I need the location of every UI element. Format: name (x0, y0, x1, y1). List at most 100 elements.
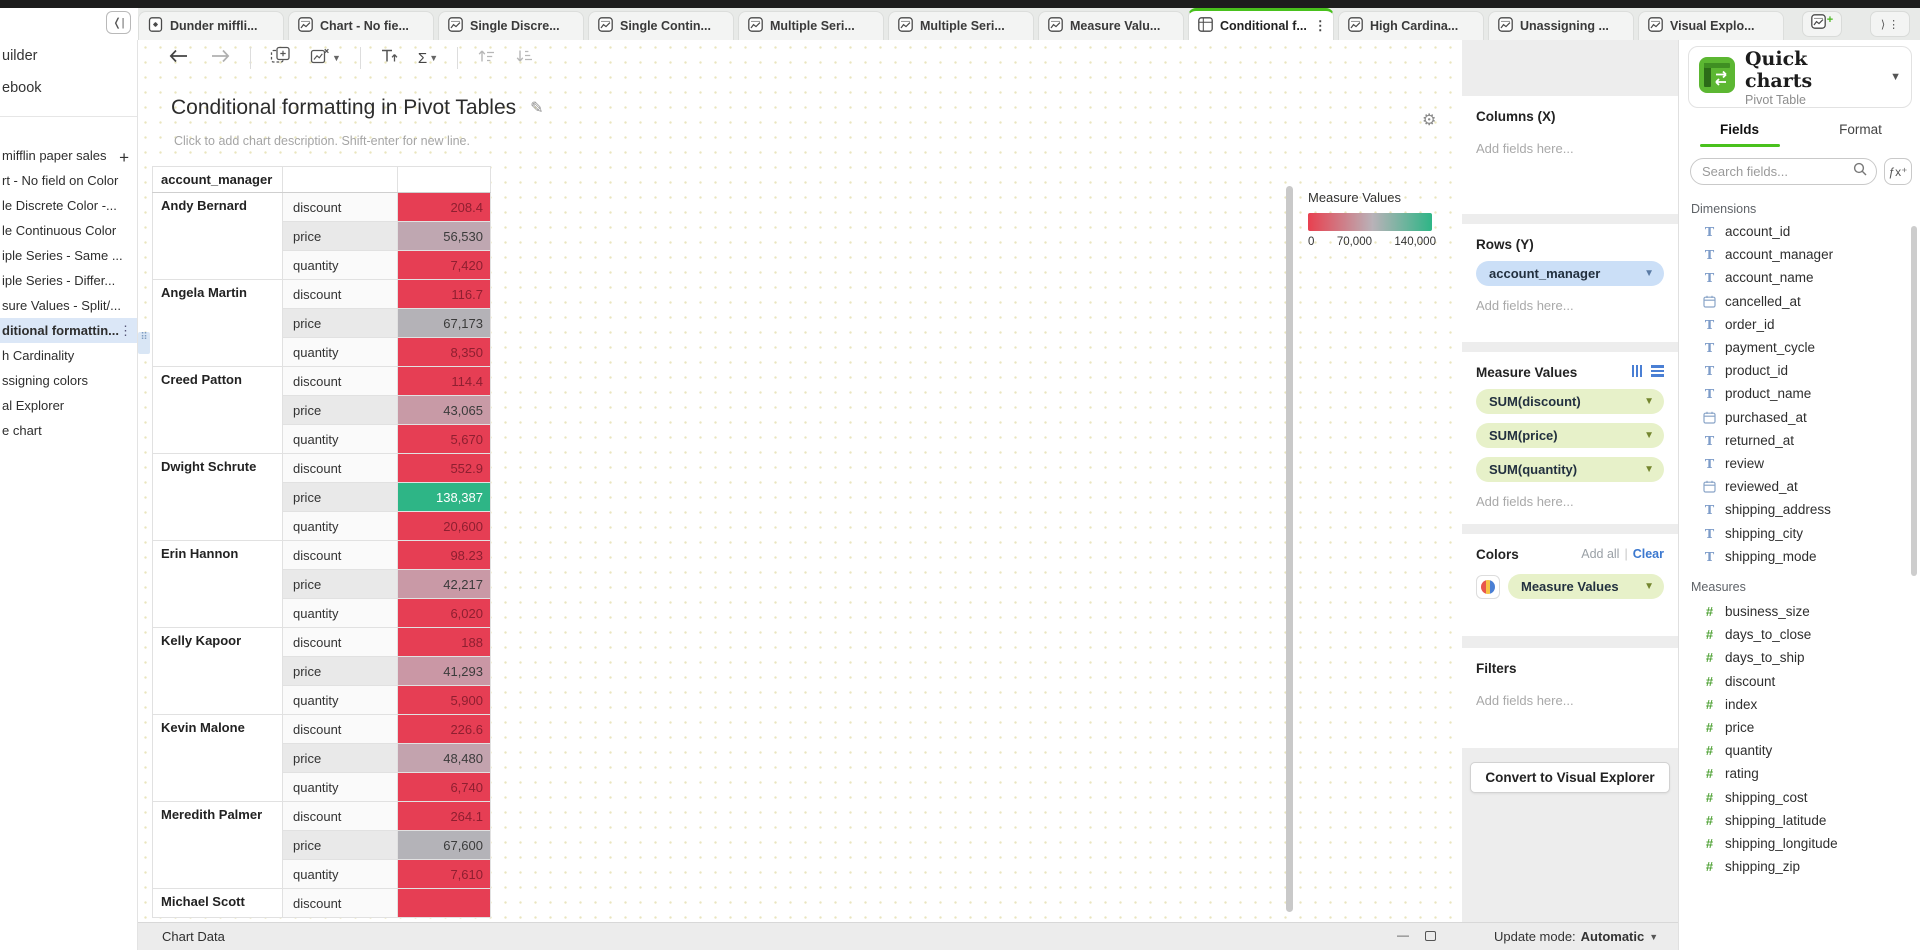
measure-item-business_size[interactable]: #business_size (1691, 600, 1906, 623)
measure-cell[interactable]: quantity (283, 773, 398, 802)
measure-cell[interactable]: quantity (283, 425, 398, 454)
maximize-icon[interactable] (1425, 931, 1436, 941)
gear-icon[interactable]: ⚙ (1422, 110, 1436, 130)
dimension-item-returned_at[interactable]: Treturned_at (1691, 429, 1906, 452)
value-cell[interactable]: 6,740 (398, 773, 491, 802)
sidebar-item[interactable]: le Discrete Color -... (0, 193, 137, 218)
tab-measure-valu[interactable]: Measure Valu... (1038, 11, 1184, 40)
filters-dropzone[interactable]: Add fields here... (1476, 693, 1664, 708)
sidebar-item[interactable]: le Continuous Color (0, 218, 137, 243)
dimension-item-account_manager[interactable]: Taccount_manager (1691, 243, 1906, 266)
tab-unassigning[interactable]: Unassigning ... (1488, 11, 1634, 40)
value-cell[interactable]: 264.1 (398, 802, 491, 831)
value-cell[interactable]: 42,217 (398, 570, 491, 599)
table-scrollbar[interactable] (1286, 186, 1293, 912)
tab-single-discre[interactable]: Single Discre... (438, 11, 584, 40)
minimize-icon[interactable]: — (1396, 928, 1410, 942)
value-cell[interactable]: 208.4 (398, 193, 491, 222)
palette-icon[interactable] (1476, 575, 1500, 599)
value-cell[interactable]: 67,173 (398, 309, 491, 338)
sidebar-item[interactable]: e chart (0, 418, 137, 443)
value-cell[interactable]: 226.6 (398, 715, 491, 744)
measure-cell[interactable]: price (283, 222, 398, 251)
tab-format[interactable]: Format (1800, 122, 1920, 147)
edit-title-icon[interactable]: ✎ (530, 98, 543, 118)
measure-item-rating[interactable]: #rating (1691, 762, 1906, 785)
dimension-item-product_name[interactable]: Tproduct_name (1691, 382, 1906, 405)
measure-cell[interactable]: price (283, 744, 398, 773)
tab-visual-explo[interactable]: Visual Explo... (1638, 11, 1784, 40)
value-cell[interactable]: 116.7 (398, 280, 491, 309)
measure-item-discount[interactable]: #discount (1691, 670, 1906, 693)
sidebar-item[interactable]: h Cardinality (0, 343, 137, 368)
tab-conditional-f[interactable]: Conditional f...⋮ (1188, 8, 1334, 40)
measure-cell[interactable]: quantity (283, 338, 398, 367)
measure-field-pill[interactable]: SUM(price)▼ (1476, 423, 1664, 448)
measure-cell[interactable]: discount (283, 193, 398, 222)
value-cell[interactable]: 67,600 (398, 831, 491, 860)
dimension-item-product_id[interactable]: Tproduct_id (1691, 359, 1906, 382)
columns-layout-icon[interactable] (1632, 365, 1643, 377)
chart-description-placeholder[interactable]: Click to add chart description. Shift-en… (174, 134, 470, 148)
manager-cell[interactable]: Dwight Schrute (153, 454, 283, 541)
formula-field-button[interactable]: ƒx⁺ (1884, 158, 1912, 185)
tab-fields[interactable]: Fields (1679, 122, 1800, 147)
tab-single-contin[interactable]: Single Contin... (588, 11, 734, 40)
measure-cell[interactable]: price (283, 570, 398, 599)
new-chart-tab-button[interactable]: + (1802, 11, 1842, 37)
measure-field-pill[interactable]: SUM(discount)▼ (1476, 389, 1664, 414)
back-icon[interactable] (168, 48, 190, 69)
manager-cell[interactable]: Angela Martin (153, 280, 283, 367)
fields-scrollbar[interactable] (1911, 226, 1917, 576)
measure-cell[interactable]: discount (283, 280, 398, 309)
sidebar-item[interactable]: mifflin paper sales (0, 143, 137, 168)
measure-item-index[interactable]: #index (1691, 693, 1906, 716)
manager-cell[interactable]: Kelly Kapoor (153, 628, 283, 715)
transpose-icon[interactable] (380, 47, 399, 69)
value-cell[interactable]: 5,900 (398, 686, 491, 715)
dimension-item-account_id[interactable]: Taccount_id (1691, 220, 1906, 243)
measure-cell[interactable]: price (283, 309, 398, 338)
sidebar-item-notebook[interactable]: ebook (0, 72, 137, 104)
manager-cell[interactable]: Andy Bernard (153, 193, 283, 280)
sidebar-item[interactable]: iple Series - Differ... (0, 268, 137, 293)
dimension-item-shipping_city[interactable]: Tshipping_city (1691, 521, 1906, 544)
dimension-item-account_name[interactable]: Taccount_name (1691, 266, 1906, 289)
tab-dunder-miffli[interactable]: Dunder miffli... (138, 11, 284, 40)
measure-cell[interactable]: quantity (283, 251, 398, 280)
measure-item-shipping_cost[interactable]: #shipping_cost (1691, 786, 1906, 809)
colors-field-pill[interactable]: Measure Values▼ (1508, 574, 1664, 599)
value-cell[interactable]: 20,600 (398, 512, 491, 541)
value-cell[interactable]: 48,480 (398, 744, 491, 773)
measure-cell[interactable]: price (283, 396, 398, 425)
value-cell[interactable] (398, 889, 491, 918)
tab-high-cardina[interactable]: High Cardina... (1338, 11, 1484, 40)
rows-y-dropzone[interactable]: Add fields here... (1476, 298, 1664, 313)
manager-cell[interactable]: Michael Scott (153, 889, 283, 918)
measure-item-shipping_latitude[interactable]: #shipping_latitude (1691, 809, 1906, 832)
clear-link[interactable]: Clear (1633, 547, 1664, 561)
measure-cell[interactable]: quantity (283, 512, 398, 541)
value-cell[interactable]: 7,420 (398, 251, 491, 280)
measure-values-dropzone[interactable]: Add fields here... (1476, 494, 1664, 509)
measure-item-price[interactable]: #price (1691, 716, 1906, 739)
rows-layout-icon[interactable] (1651, 365, 1664, 377)
sidebar-item-builder[interactable]: uilder (0, 40, 137, 72)
expand-panel-button[interactable]: ⟩ ⋮ (1870, 11, 1910, 37)
sidebar-item[interactable]: al Explorer (0, 393, 137, 418)
rows-field-pill[interactable]: account_manager▼ (1476, 261, 1664, 286)
columns-x-dropzone[interactable]: Add fields here... (1476, 141, 1664, 156)
measure-cell[interactable]: discount (283, 802, 398, 831)
manager-cell[interactable]: Erin Hannon (153, 541, 283, 628)
measure-item-shipping_zip[interactable]: #shipping_zip (1691, 855, 1906, 878)
tab-multiple-seri[interactable]: Multiple Seri... (738, 11, 884, 40)
measure-item-days_to_ship[interactable]: #days_to_ship (1691, 646, 1906, 669)
measure-cell[interactable]: quantity (283, 599, 398, 628)
duplicate-icon[interactable] (270, 46, 291, 70)
update-mode-value[interactable]: Automatic (1581, 929, 1645, 944)
pivot-row-header[interactable]: account_manager (153, 167, 283, 193)
value-cell[interactable]: 41,293 (398, 657, 491, 686)
dimension-item-purchased_at[interactable]: purchased_at (1691, 406, 1906, 429)
manager-cell[interactable]: Kevin Malone (153, 715, 283, 802)
dimension-item-cancelled_at[interactable]: cancelled_at (1691, 290, 1906, 313)
